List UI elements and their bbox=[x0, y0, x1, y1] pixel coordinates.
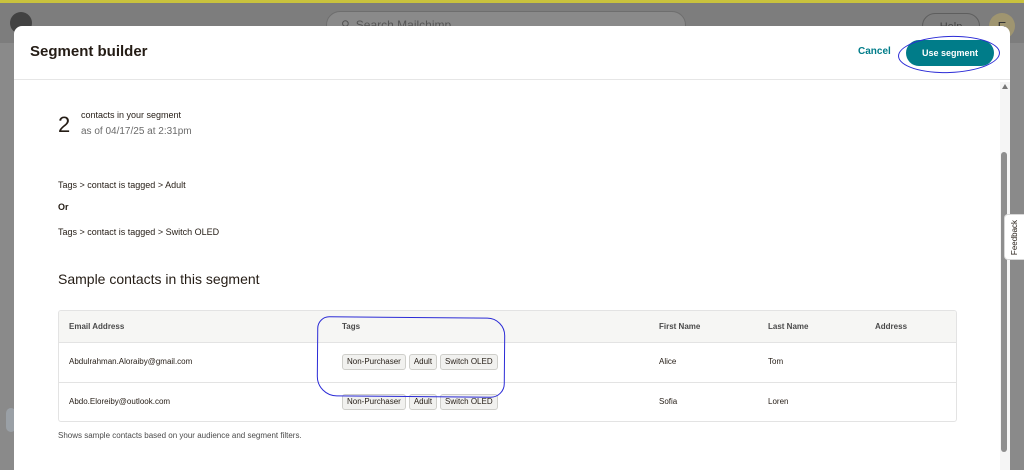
scrollbar-thumb[interactable] bbox=[1001, 152, 1007, 452]
use-segment-button[interactable]: Use segment bbox=[906, 40, 994, 66]
tag-badge: Adult bbox=[408, 394, 438, 410]
tag-badge: Adult bbox=[408, 354, 438, 370]
column-header-last-name: Last Name bbox=[768, 322, 809, 331]
tag-badge: Non-Purchaser bbox=[342, 354, 406, 370]
contact-first-name: Alice bbox=[659, 357, 677, 366]
condition-operator: Or bbox=[58, 202, 69, 212]
contact-count-label: contacts in your segment bbox=[81, 110, 182, 120]
segment-builder-modal: Segment builder Cancel Use segment 2 con… bbox=[14, 26, 1010, 470]
sample-contacts-title: Sample contacts in this segment bbox=[58, 271, 260, 287]
modal-header: Segment builder Cancel Use segment bbox=[14, 26, 1010, 80]
contact-first-name: Sofia bbox=[659, 397, 678, 406]
table-row: Abdo.Eloreiby@outlook.com Non-Purchaser … bbox=[59, 383, 956, 421]
column-header-first-name: First Name bbox=[659, 322, 701, 331]
tag-badge: Switch OLED bbox=[440, 354, 498, 370]
feedback-tab[interactable]: Feedback bbox=[1004, 214, 1024, 260]
contact-tags: Non-Purchaser Adult Switch OLED bbox=[342, 354, 498, 370]
tag-badge: Non-Purchaser bbox=[342, 394, 406, 410]
column-header-address: Address bbox=[875, 322, 908, 331]
modal-title: Segment builder bbox=[30, 43, 148, 60]
contact-email: Abdulrahman.Aloraiby@gmail.com bbox=[69, 357, 193, 366]
table-row: Abdulrahman.Aloraiby@gmail.com Non-Purch… bbox=[59, 343, 956, 383]
segment-condition-2: Tags > contact is tagged > Switch OLED bbox=[58, 227, 220, 237]
segment-condition-1: Tags > contact is tagged > Adult bbox=[58, 180, 186, 190]
contact-tags: Non-Purchaser Adult Switch OLED bbox=[342, 394, 498, 410]
scroll-up-arrow-icon[interactable] bbox=[1002, 84, 1008, 89]
cancel-button[interactable]: Cancel bbox=[858, 46, 891, 57]
contact-last-name: Loren bbox=[768, 397, 789, 406]
contact-count: 2 bbox=[58, 112, 71, 137]
feedback-label: Feedback bbox=[1010, 219, 1020, 255]
column-header-tags: Tags bbox=[342, 322, 361, 331]
count-timestamp: as of 04/17/25 at 2:31pm bbox=[81, 126, 192, 137]
contact-email: Abdo.Eloreiby@outlook.com bbox=[69, 397, 171, 406]
tag-badge: Switch OLED bbox=[440, 394, 498, 410]
sample-contacts-table: Email Address Tags First Name Last Name … bbox=[58, 310, 957, 422]
column-header-email: Email Address bbox=[69, 322, 125, 331]
table-header: Email Address Tags First Name Last Name … bbox=[59, 311, 956, 343]
contact-last-name: Tom bbox=[768, 357, 784, 366]
sample-footnote: Shows sample contacts based on your audi… bbox=[58, 431, 302, 440]
